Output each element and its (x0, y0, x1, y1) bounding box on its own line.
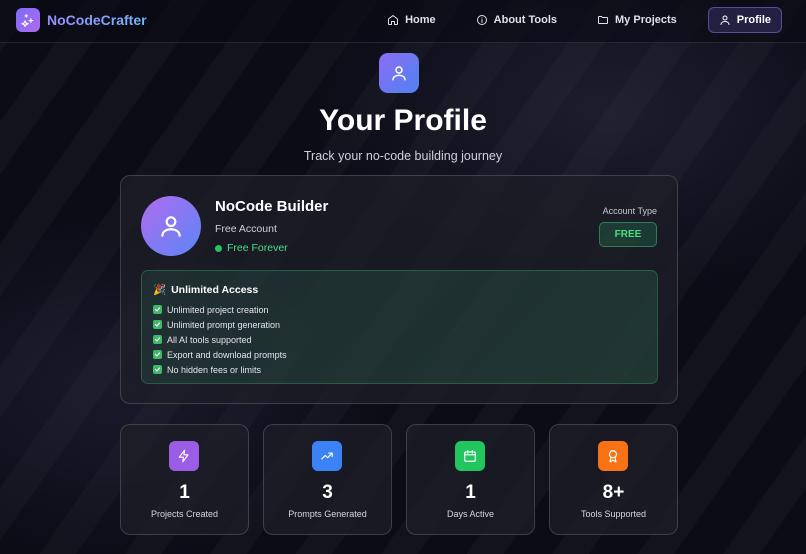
profile-card: NoCode Builder Free Account Free Forever… (120, 175, 678, 404)
checkbox-checked-icon (153, 350, 162, 359)
list-item: Unlimited project creation (153, 302, 287, 317)
list-item: All AI tools supported (153, 332, 287, 347)
page-subtitle: Track your no-code building journey (303, 149, 503, 163)
stat-label: Projects Created (150, 509, 219, 519)
top-navbar: NoCodeCrafter Home About Tools My Projec… (0, 0, 806, 43)
stat-label: Days Active (446, 509, 495, 519)
stat-card-tools: 8+ Tools Supported (549, 424, 678, 535)
access-title-label: Unlimited Access (171, 283, 259, 296)
stat-label: Tools Supported (580, 509, 647, 519)
access-item-label: Unlimited project creation (167, 304, 269, 315)
info-icon (476, 15, 487, 25)
access-item-label: All AI tools supported (167, 334, 252, 345)
user-icon (720, 15, 730, 25)
user-status-label: Free Forever (227, 242, 288, 254)
brand[interactable]: NoCodeCrafter (16, 8, 147, 32)
sparkles-icon (16, 8, 40, 32)
brand-name: NoCodeCrafter (47, 12, 147, 28)
nav-my-projects[interactable]: My Projects (588, 7, 686, 33)
checkbox-checked-icon (153, 365, 162, 374)
access-title: 🎉 Unlimited Access (153, 283, 259, 297)
list-item: No hidden fees or limits (153, 362, 287, 377)
nav-about-tools-label: About Tools (493, 14, 558, 26)
checkbox-checked-icon (153, 305, 162, 314)
user-status: Free Forever (215, 242, 288, 254)
nav-links: Home About Tools My Projects Profile (378, 7, 782, 33)
access-list: Unlimited project creation Unlimited pro… (153, 302, 287, 377)
trending-up-icon (312, 441, 342, 471)
access-item-label: No hidden fees or limits (167, 364, 262, 375)
user-icon (161, 216, 181, 237)
nav-my-projects-label: My Projects (615, 14, 677, 26)
stat-value: 1 (179, 482, 190, 503)
status-dot-icon (215, 244, 222, 252)
stat-label: Prompts Generated (288, 509, 367, 519)
checkbox-checked-icon (153, 320, 162, 329)
user-name: NoCode Builder (215, 198, 329, 215)
home-icon (388, 15, 399, 25)
user-plan: Free Account (215, 223, 277, 235)
calendar-icon (455, 441, 485, 471)
stat-card-days-active: 1 Days Active (406, 424, 535, 535)
stat-value: 1 (465, 482, 476, 503)
stat-value: 8+ (602, 482, 625, 503)
award-icon (598, 441, 628, 471)
party-popper-icon: 🎉 (153, 284, 167, 296)
list-item: Unlimited prompt generation (153, 317, 287, 332)
nav-home[interactable]: Home (378, 7, 445, 33)
stat-card-projects: 1 Projects Created (120, 424, 249, 535)
account-type-badge: FREE (599, 222, 657, 247)
access-item-label: Export and download prompts (167, 349, 287, 360)
lightning-icon (169, 441, 199, 471)
nav-profile-label: Profile (736, 14, 771, 26)
nav-about-tools[interactable]: About Tools (467, 7, 566, 33)
nav-home-label: Home (405, 14, 436, 26)
stat-value: 3 (322, 482, 333, 503)
avatar (141, 196, 201, 256)
access-item-label: Unlimited prompt generation (167, 319, 281, 330)
page-title: Your Profile (319, 104, 487, 137)
stat-card-prompts: 3 Prompts Generated (263, 424, 392, 535)
nav-profile[interactable]: Profile (707, 7, 782, 33)
checkbox-checked-icon (153, 335, 162, 344)
folder-icon (598, 16, 609, 24)
unlimited-access-panel: 🎉 Unlimited Access Unlimited project cre… (141, 270, 658, 384)
account-type-label: Account Type (602, 206, 657, 216)
list-item: Export and download prompts (153, 347, 287, 362)
profile-hero-icon (379, 53, 419, 93)
